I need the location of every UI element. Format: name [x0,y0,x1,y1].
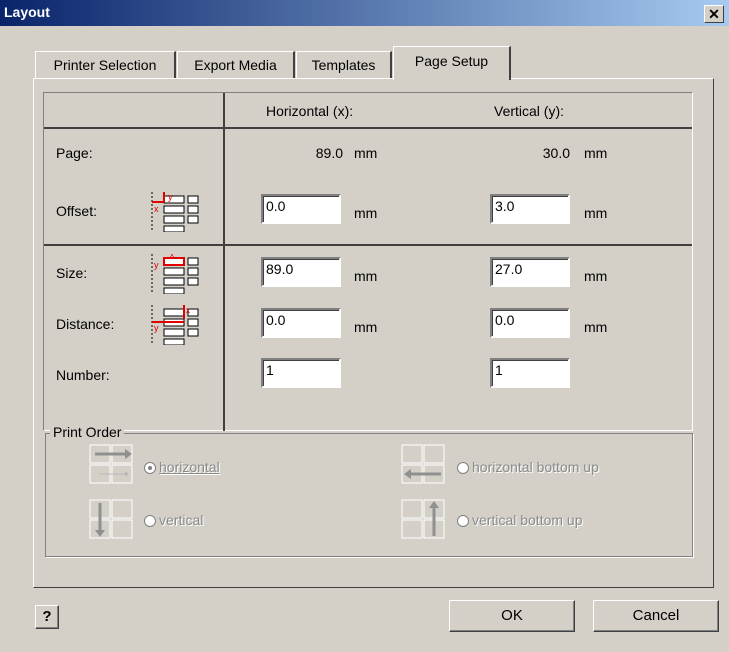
title-bar [0,0,729,26]
page-height-unit: mm [584,145,608,161]
option-horizontal-bottom-up-label: horizontal bottom up [472,459,599,475]
section-divider [44,244,692,246]
print-order-title: Print Order [50,424,125,440]
ok-button[interactable]: OK [449,600,575,632]
size-label: Size: [56,265,88,281]
number-y-input[interactable]: 1 [490,358,570,388]
page-height-value: 30.0 [542,145,570,161]
size-y-input[interactable]: 27.0 [490,257,570,287]
distance-y-input[interactable]: 0.0 [490,308,570,338]
distance-x-unit: mm [354,319,378,335]
help-icon: ? [42,608,52,625]
offset-y-input[interactable]: 3.0 [490,194,570,224]
size-diagram-icon: y x [150,250,200,295]
column-divider [223,93,225,431]
page-label: Page: [56,145,93,161]
help-button[interactable]: ? [35,605,59,629]
close-icon: ✕ [708,6,720,22]
size-x-input[interactable]: 89.0 [261,257,341,287]
offset-y-unit: mm [584,205,608,221]
number-label: Number: [56,367,110,383]
option-vertical-label: vertical [159,512,204,528]
tab-templates[interactable]: Templates [296,51,392,79]
tab-export-media[interactable]: Export Media [177,51,295,79]
tab-printer-selection[interactable]: Printer Selection [35,51,176,79]
order-horizontal-bottom-up-icon [401,444,447,484]
radio-vertical-bottom-up[interactable] [457,515,469,527]
window-title: Layout [4,4,50,20]
distance-x-input[interactable]: 0.0 [261,308,341,338]
close-button[interactable]: ✕ [704,5,724,23]
radio-vertical[interactable] [144,515,156,527]
cancel-button[interactable]: Cancel [593,600,719,632]
radio-horizontal-bottom-up[interactable] [457,462,469,474]
option-horizontal-label: horizontal [159,459,220,475]
distance-label: Distance: [56,316,115,332]
svg-text:x: x [186,306,190,315]
svg-text:x: x [154,204,159,214]
header-horizontal: Horizontal (x): [266,103,354,119]
size-y-unit: mm [584,268,608,284]
offset-x-unit: mm [354,205,378,221]
order-horizontal-icon [89,444,135,484]
distance-y-unit: mm [584,319,608,335]
svg-text:y: y [154,323,159,333]
offset-label: Offset: [56,203,97,219]
number-x-input[interactable]: 1 [261,358,341,388]
size-x-unit: mm [354,268,378,284]
order-vertical-bottom-up-icon [401,499,447,539]
svg-text:y: y [168,192,173,202]
offset-x-input[interactable]: 0.0 [261,194,341,224]
distance-diagram-icon: y x [150,305,200,346]
page-width-value: 89.0 [315,145,343,161]
offset-diagram-icon: x y [150,192,200,233]
header-vertical: Vertical (y): [494,103,565,119]
tab-page-setup[interactable]: Page Setup [393,46,511,80]
page-width-unit: mm [354,145,378,161]
svg-text:y: y [154,260,159,270]
radio-horizontal[interactable] [144,462,156,474]
svg-text:x: x [170,254,174,259]
header-divider [44,127,692,129]
order-vertical-icon [89,499,135,539]
print-order-group [45,433,693,557]
layout-table [43,92,693,431]
option-vertical-bottom-up-label: vertical bottom up [472,512,583,528]
